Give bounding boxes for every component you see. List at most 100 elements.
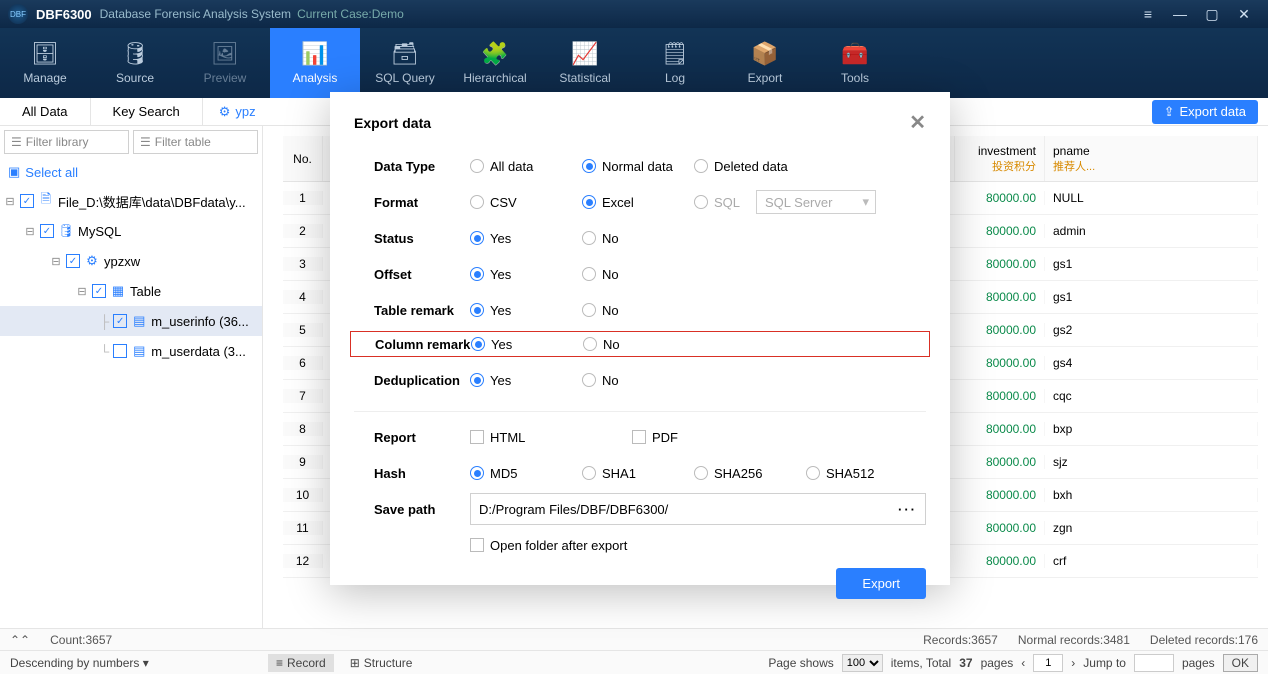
window-maximize[interactable]: ▢ <box>1196 6 1228 23</box>
export-button[interactable]: Export <box>836 568 926 599</box>
radio-status-yes[interactable]: Yes <box>470 231 570 246</box>
toolbar-source[interactable]: 🛢Source <box>90 28 180 98</box>
toolbar-hierarchical[interactable]: 🧩Hierarchical <box>450 28 540 98</box>
toolbar-tools[interactable]: 🧰Tools <box>810 28 900 98</box>
titlebar: DBF DBF6300 Database Forensic Analysis S… <box>0 0 1268 28</box>
open-file-tab[interactable]: ⚙ ypz <box>209 104 266 120</box>
page-next-icon[interactable]: › <box>1071 656 1075 670</box>
radio-sha512[interactable]: SHA512 <box>806 466 906 481</box>
dialog-close-button[interactable]: ✕ <box>909 110 926 135</box>
checkbox-html[interactable]: HTML <box>470 430 620 445</box>
records-label: Records:3657 <box>923 633 998 647</box>
page-size-select[interactable]: 100 <box>842 654 883 672</box>
select-all-toggle[interactable]: ▣ Select all <box>0 158 262 186</box>
toolbar-analysis[interactable]: 📊Analysis <box>270 28 360 98</box>
tree-tablegroup[interactable]: ⊟ ▦ Table <box>0 276 262 306</box>
toolbar-manage[interactable]: 🗄Manage <box>0 28 90 98</box>
radio-tableremark-yes[interactable]: Yes <box>470 303 570 318</box>
tree-checkbox[interactable] <box>20 194 34 208</box>
radio-dedup-no[interactable]: No <box>582 373 682 388</box>
th-no[interactable]: No. <box>283 136 323 181</box>
tree-db[interactable]: ⊟ ⚙ ypzxw <box>0 246 262 276</box>
tree-table-userinfo[interactable]: ├ ▤ m_userinfo (36... <box>0 306 262 336</box>
toolbar-source-label: Source <box>116 71 154 85</box>
tree-checkbox[interactable] <box>113 314 127 328</box>
toolbar-analysis-label: Analysis <box>293 71 338 85</box>
radio-status-no[interactable]: No <box>582 231 682 246</box>
td-investment: 80000.00 <box>955 389 1045 403</box>
schema-icon: ⚙ <box>84 253 100 269</box>
checkbox-html-label: HTML <box>490 430 525 445</box>
toolbar-export[interactable]: 📦Export <box>720 28 810 98</box>
label-status: Status <box>354 231 470 246</box>
checkbox-pdf[interactable]: PDF <box>632 430 678 445</box>
radio-csv[interactable]: CSV <box>470 195 570 210</box>
radio-normal-data[interactable]: Normal data <box>582 159 682 174</box>
collapse-icon[interactable]: ⌃⌃ <box>10 633 30 647</box>
window-close[interactable]: ✕ <box>1228 6 1260 23</box>
radio-offset-no[interactable]: No <box>582 267 682 282</box>
status-bar: ⌃⌃ Count:3657 Records:3657 Normal record… <box>0 628 1268 650</box>
segment-structure[interactable]: ⊞Structure <box>342 654 421 672</box>
td-investment: 80000.00 <box>955 488 1045 502</box>
checkbox-open-folder-label: Open folder after export <box>490 538 627 553</box>
th-investment-ch: 投资积分 <box>963 158 1036 174</box>
td-no: 11 <box>283 521 323 535</box>
segment-record[interactable]: ≡Record <box>268 654 334 672</box>
radio-deleted-data-label: Deleted data <box>714 159 788 174</box>
chevron-down-icon[interactable]: ⊟ <box>50 255 62 268</box>
toolbar-preview-label: Preview <box>204 71 247 85</box>
radio-deleted-data[interactable]: Deleted data <box>694 159 794 174</box>
page-number-input[interactable] <box>1033 654 1063 672</box>
radio-sha512-label: SHA512 <box>826 466 874 481</box>
chevron-down-icon[interactable]: ⊟ <box>76 285 88 298</box>
tree-root[interactable]: ⊟ 🗎 File_D:\数据库\data\DBFdata\y... <box>0 186 262 216</box>
radio-sql[interactable]: SQL <box>694 195 744 210</box>
radio-dedup-yes[interactable]: Yes <box>470 373 570 388</box>
sort-label[interactable]: Descending by numbers ▾ <box>10 656 149 670</box>
tree-table-userdata[interactable]: └ ▤ m_userdata (3... <box>0 336 262 366</box>
chevron-down-icon[interactable]: ⊟ <box>4 195 16 208</box>
window-minimize[interactable]: — <box>1164 6 1196 22</box>
jump-label: Jump to <box>1083 656 1126 670</box>
hamburger-icon[interactable]: ≡ <box>1132 6 1164 22</box>
tree-checkbox[interactable] <box>92 284 106 298</box>
tab-key-search[interactable]: Key Search <box>91 98 203 125</box>
radio-all-data[interactable]: All data <box>470 159 570 174</box>
radio-offset-yes[interactable]: Yes <box>470 267 570 282</box>
radio-columnremark-no[interactable]: No <box>583 337 683 352</box>
save-path-input[interactable]: D:/Program Files/DBF/DBF6300/ ··· <box>470 493 926 525</box>
sql-vendor-select[interactable]: SQL Server <box>756 190 876 214</box>
jump-input[interactable] <box>1134 654 1174 672</box>
td-investment: 80000.00 <box>955 455 1045 469</box>
filter-library-button[interactable]: ☰Filter library <box>4 130 129 154</box>
tree-checkbox[interactable] <box>40 224 54 238</box>
radio-tableremark-no[interactable]: No <box>582 303 682 318</box>
toolbar-log[interactable]: 🗒Log <box>630 28 720 98</box>
filter-table-label: Filter table <box>155 135 211 149</box>
chevron-down-icon[interactable]: ⊟ <box>24 225 36 238</box>
toolbar-preview[interactable]: 🖼Preview <box>180 28 270 98</box>
toolbar-sqlquery[interactable]: 🗃SQL Query <box>360 28 450 98</box>
page-prev-icon[interactable]: ‹ <box>1021 656 1025 670</box>
tree-checkbox[interactable] <box>113 344 127 358</box>
radio-sha256[interactable]: SHA256 <box>694 466 794 481</box>
radio-md5[interactable]: MD5 <box>470 466 570 481</box>
toolbar-statistical[interactable]: 📈Statistical <box>540 28 630 98</box>
td-investment: 80000.00 <box>955 257 1045 271</box>
jump-ok-button[interactable]: OK <box>1223 654 1258 672</box>
filter-table-button[interactable]: ☰Filter table <box>133 130 258 154</box>
radio-sha1[interactable]: SHA1 <box>582 466 682 481</box>
tree-checkbox[interactable] <box>66 254 80 268</box>
tab-all-data[interactable]: All Data <box>0 98 91 125</box>
th-investment[interactable]: investment投资积分 <box>955 136 1045 181</box>
browse-path-button[interactable]: ··· <box>898 502 917 517</box>
export-data-button[interactable]: ⇪ Export data <box>1152 100 1258 124</box>
td-pname: bxh <box>1045 488 1258 502</box>
tree-mysql[interactable]: ⊟ 🛢 MySQL <box>0 216 262 246</box>
radio-columnremark-yes[interactable]: Yes <box>471 337 571 352</box>
radio-columnremark-yes-label: Yes <box>491 337 512 352</box>
checkbox-open-folder[interactable]: Open folder after export <box>470 538 627 553</box>
th-pname[interactable]: pname推荐人... <box>1045 136 1258 181</box>
radio-excel[interactable]: Excel <box>582 195 682 210</box>
